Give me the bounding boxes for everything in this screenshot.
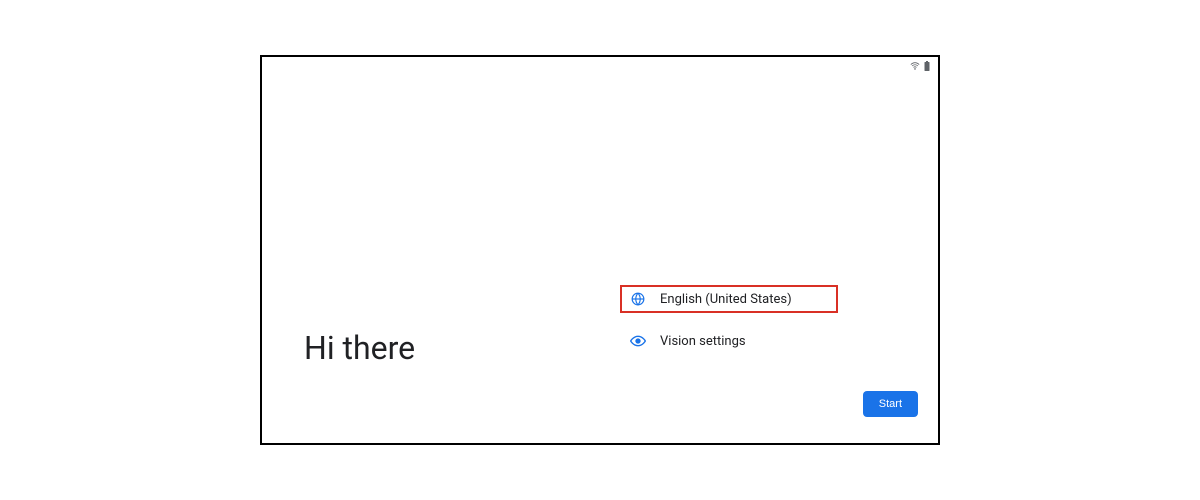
- options-area: English (United States) Vision settings: [620, 285, 838, 369]
- greeting-heading: Hi there: [304, 329, 415, 367]
- setup-content: Hi there English (United States): [262, 57, 938, 443]
- language-label: English (United States): [660, 292, 792, 307]
- eye-icon: [630, 333, 646, 349]
- vision-settings[interactable]: Vision settings: [620, 327, 838, 355]
- vision-label: Vision settings: [660, 334, 746, 349]
- device-frame: Hi there English (United States): [260, 55, 940, 445]
- start-button[interactable]: Start: [863, 391, 918, 417]
- globe-icon: [630, 291, 646, 307]
- language-selector[interactable]: English (United States): [620, 285, 838, 313]
